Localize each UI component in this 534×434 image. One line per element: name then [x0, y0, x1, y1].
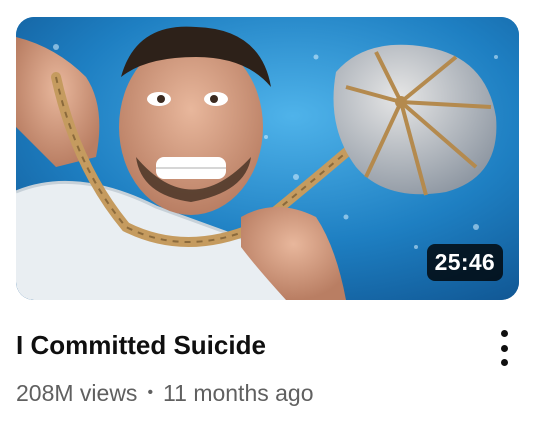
video-card: 25:46 I Committed Suicide 208M views • 1… [0, 0, 534, 434]
upload-age: 11 months ago [163, 380, 314, 406]
separator-dot: • [147, 384, 154, 401]
video-thumbnail[interactable]: 25:46 [16, 17, 519, 300]
kebab-dot [500, 330, 508, 337]
duration-badge: 25:46 [426, 244, 503, 281]
view-count: 208M views [16, 380, 138, 406]
video-title[interactable]: I Committed Suicide [16, 328, 476, 362]
kebab-dot [500, 359, 508, 366]
more-vert-icon[interactable] [490, 328, 518, 368]
video-details: I Committed Suicide 208M views • 11 mont… [16, 328, 476, 408]
video-stats: 208M views • 11 months ago [16, 378, 476, 408]
kebab-dot [500, 344, 508, 352]
